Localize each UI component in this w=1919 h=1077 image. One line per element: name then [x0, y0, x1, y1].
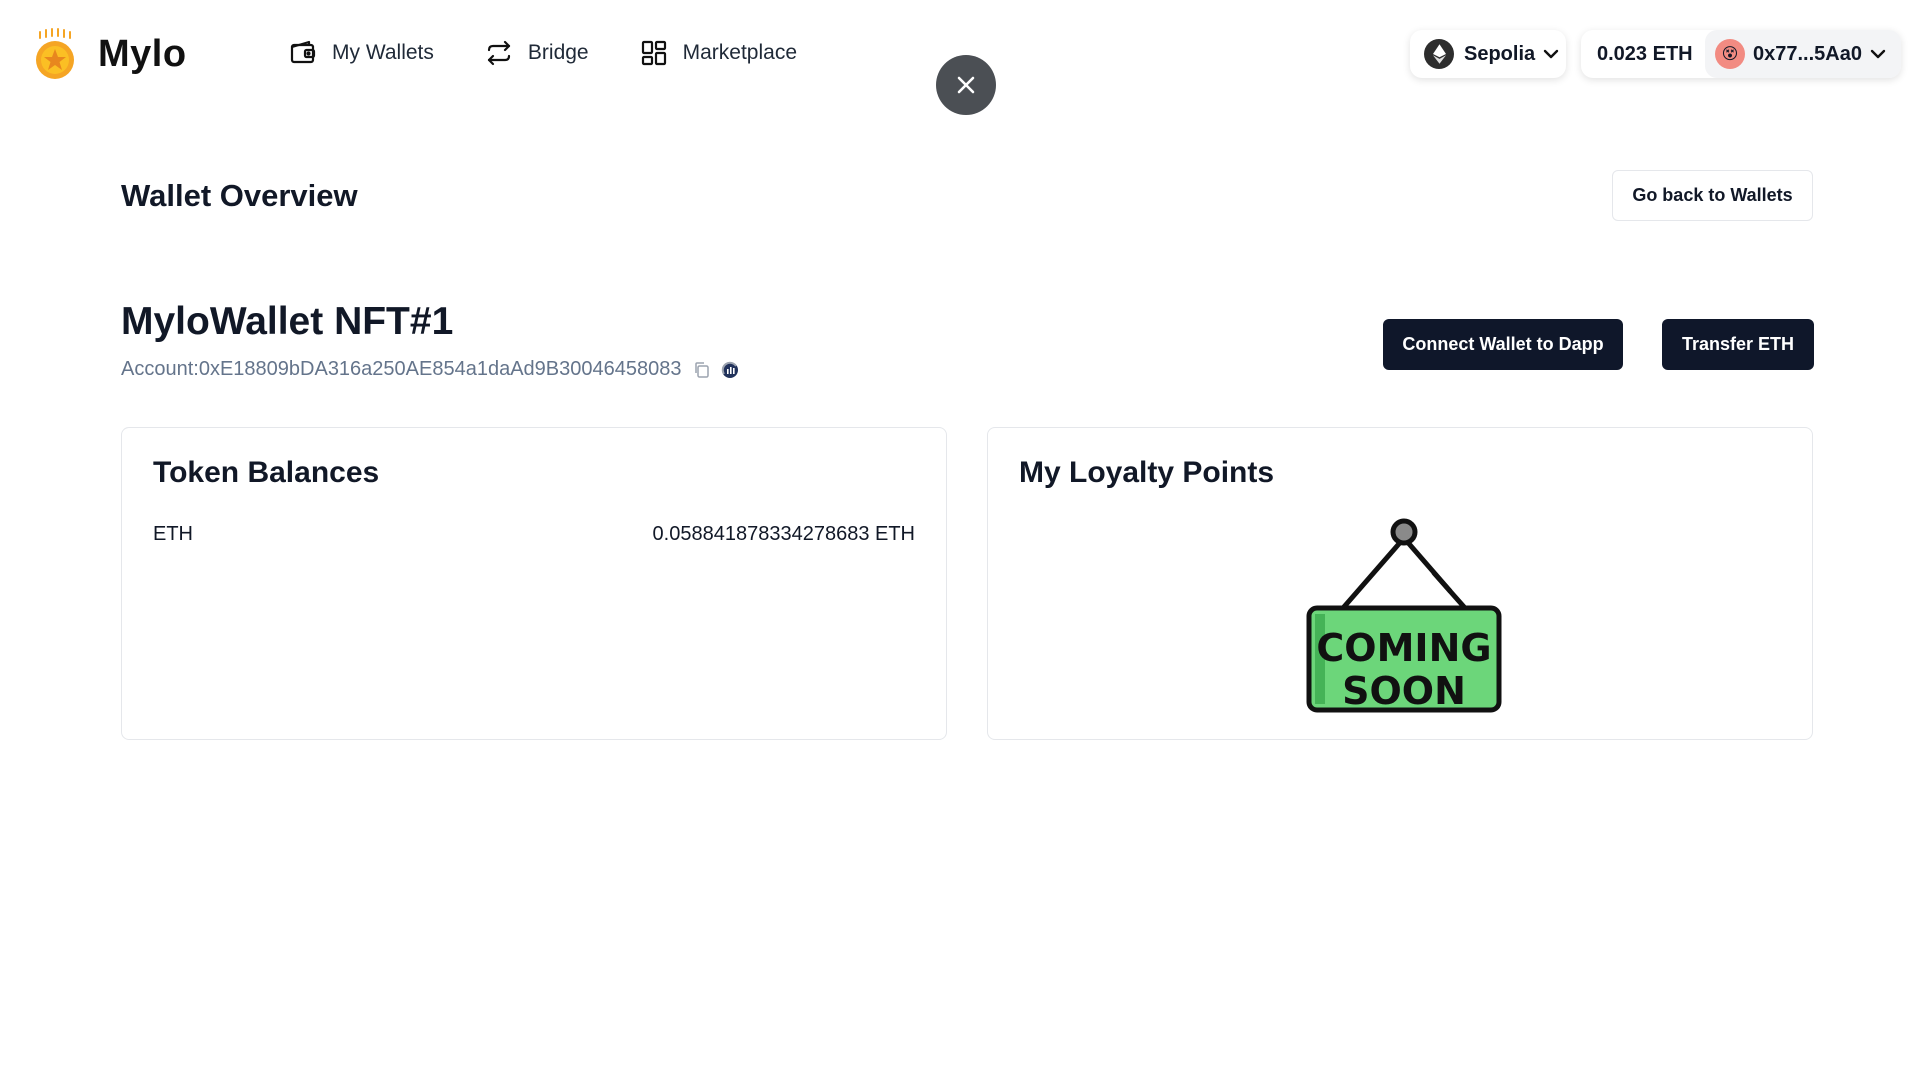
arrows-swap-icon [487, 40, 511, 66]
page-title: Wallet Overview [121, 178, 358, 213]
connect-wallet-to-dapp-button[interactable]: Connect Wallet to Dapp [1383, 319, 1623, 370]
transfer-eth-button[interactable]: Transfer ETH [1662, 319, 1814, 370]
token-symbol: ETH [153, 523, 193, 545]
etherscan-icon[interactable] [720, 360, 740, 380]
account-label: Account: [121, 358, 199, 380]
nav-bridge-label: Bridge [527, 41, 589, 64]
account-line: Account: 0xE18809bDA316a250AE854a1daAd9B… [121, 358, 740, 381]
nav-my-wallets-label: My Wallets [332, 41, 434, 64]
nav-marketplace-label: Marketplace [682, 41, 797, 64]
copy-icon[interactable] [692, 360, 712, 380]
loyalty-points-card: My Loyalty Points COMING SOON [987, 427, 1813, 740]
main-nav: My Wallets Bridge Marketplace [288, 38, 847, 68]
coming-soon-sign: COMING SOON [1305, 516, 1503, 716]
chevron-down-icon [1543, 49, 1559, 59]
close-icon [957, 76, 975, 94]
network-selector[interactable]: Sepolia [1410, 30, 1566, 78]
nav-my-wallets[interactable]: My Wallets [288, 38, 434, 68]
account-balance: 0.023 ETH [1597, 42, 1693, 65]
wallet-name: MyloWallet NFT#1 [121, 300, 454, 343]
account-address: 0x77...5Aa0 [1753, 42, 1862, 65]
grid-icon [641, 40, 666, 66]
nav-bridge[interactable]: Bridge [484, 38, 589, 68]
ethereum-icon [1424, 39, 1454, 69]
coming-soon-line1: COMING [1316, 626, 1492, 670]
token-balances-card: Token Balances ETH 0.058841878334278683 … [121, 427, 947, 740]
nav-marketplace[interactable]: Marketplace [639, 38, 797, 68]
close-button[interactable] [936, 55, 996, 115]
top-navigation-bar: Mylo My Wallets Bridge Marketplace Sepol… [0, 0, 1919, 115]
table-row: ETH 0.058841878334278683 ETH [153, 523, 915, 546]
account-address-box[interactable]: 😵 0x77...5Aa0 [1705, 30, 1901, 78]
token-balances-title: Token Balances [153, 456, 380, 489]
go-back-to-wallets-button[interactable]: Go back to Wallets [1612, 170, 1813, 221]
coming-soon-line2: SOON [1342, 669, 1466, 713]
app-name: Mylo [98, 32, 187, 75]
account-selector[interactable]: 0.023 ETH 😵 0x77...5Aa0 [1581, 30, 1901, 78]
app-logo[interactable]: Mylo [32, 28, 187, 80]
loyalty-points-title: My Loyalty Points [1019, 456, 1275, 489]
avatar: 😵 [1715, 39, 1745, 69]
token-amount: 0.058841878334278683 ETH [652, 523, 915, 545]
wallet-icon [290, 40, 316, 64]
mylo-coin-logo-icon [36, 28, 74, 79]
network-name: Sepolia [1464, 42, 1536, 65]
account-address-full: 0xE18809bDA316a250AE854a1daAd9B300464580… [198, 358, 682, 380]
chevron-down-icon [1870, 49, 1886, 59]
